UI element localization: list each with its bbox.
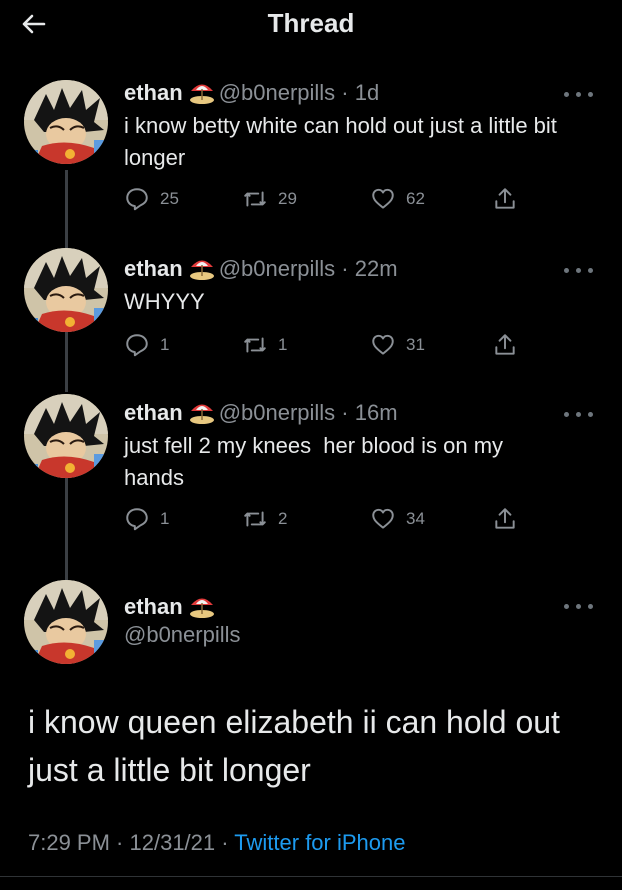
share-icon [492, 506, 518, 532]
tweet-handle-line: @b0nerpills [124, 622, 241, 648]
user-handle[interactable]: @b0nerpills [219, 400, 336, 425]
separator: · [335, 400, 355, 425]
retweet-icon [242, 506, 268, 532]
reply-count: 25 [160, 189, 179, 208]
user-name[interactable]: ethan [124, 594, 183, 619]
user-name[interactable]: ethan [124, 400, 183, 425]
retweet-icon [242, 186, 268, 212]
thread-line [65, 170, 68, 248]
page-title: Thread [267, 8, 355, 38]
user-handle[interactable]: @b0nerpills [124, 622, 241, 647]
tweet-header: ethan @b0nerpills · 16m [124, 398, 398, 426]
separator: · [215, 830, 235, 855]
beach-umbrella-icon [189, 254, 215, 280]
more-options-icon[interactable] [562, 262, 596, 278]
tweet-header: ethan [124, 592, 219, 620]
share-button[interactable] [492, 330, 528, 360]
more-options-icon[interactable] [562, 86, 596, 102]
main-tweet-text: i know queen elizabeth ii can hold out j… [28, 704, 560, 788]
reply-button[interactable]: 1 [124, 504, 169, 534]
share-icon [492, 186, 518, 212]
tweet-actions: 25 29 62 [124, 184, 544, 214]
reply-count: 1 [160, 509, 170, 528]
share-button[interactable] [492, 504, 528, 534]
like-count: 34 [406, 509, 425, 528]
more-options-icon[interactable] [562, 598, 596, 614]
tweet-date: 12/31/21 [129, 830, 216, 855]
tweet-source-link[interactable]: Twitter for iPhone [234, 830, 405, 855]
thread-line [65, 330, 68, 392]
separator: · [335, 256, 355, 281]
tweet-actions: 1 1 31 [124, 330, 544, 360]
beach-umbrella-icon [189, 592, 215, 618]
thread-line [65, 478, 68, 580]
user-name[interactable]: ethan [124, 256, 183, 281]
retweet-button[interactable]: 29 [242, 184, 297, 214]
like-count: 62 [406, 189, 425, 208]
retweet-count: 1 [278, 335, 288, 354]
reply-icon [124, 332, 150, 358]
beach-umbrella-icon [189, 78, 215, 104]
reply-count: 1 [160, 335, 170, 354]
tweet-actions: 1 2 34 [124, 504, 544, 534]
retweet-count: 29 [278, 189, 297, 208]
retweet-icon [242, 332, 268, 358]
retweet-button[interactable]: 1 [242, 330, 287, 360]
tweet-text: just fell 2 my knees her blood is on my … [124, 433, 510, 490]
user-handle[interactable]: @b0nerpills [219, 256, 336, 281]
reply-icon [124, 506, 150, 532]
like-button[interactable]: 62 [370, 184, 425, 214]
reply-button[interactable]: 1 [124, 330, 169, 360]
heart-icon [370, 506, 396, 532]
top-bar: Thread [0, 0, 622, 56]
divider [0, 876, 622, 877]
like-button[interactable]: 31 [370, 330, 425, 360]
more-options-icon[interactable] [562, 406, 596, 422]
heart-icon [370, 186, 396, 212]
reply-icon [124, 186, 150, 212]
like-count: 31 [406, 335, 425, 354]
tweet-time: 7:29 PM [28, 830, 110, 855]
tweet-time: 22m [354, 256, 398, 281]
separator: · [335, 80, 355, 105]
tweet-text: WHYYY [124, 289, 205, 314]
avatar[interactable] [24, 394, 108, 478]
tweet-time: 1d [354, 80, 380, 105]
user-handle[interactable]: @b0nerpills [219, 80, 336, 105]
beach-umbrella-icon [189, 398, 215, 424]
separator: · [109, 830, 130, 855]
tweet-header: ethan @b0nerpills · 22m [124, 254, 398, 282]
avatar[interactable] [24, 80, 108, 164]
avatar[interactable] [24, 248, 108, 332]
tweet-meta: 7:29 PM · 12/31/21 · Twitter for iPhone [28, 830, 405, 856]
avatar[interactable] [24, 580, 108, 664]
user-name[interactable]: ethan [124, 80, 183, 105]
share-button[interactable] [492, 184, 528, 214]
share-icon [492, 332, 518, 358]
retweet-count: 2 [278, 509, 288, 528]
tweet-header: ethan @b0nerpills · 1d [124, 78, 379, 106]
like-button[interactable]: 34 [370, 504, 425, 534]
heart-icon [370, 332, 396, 358]
tweet-time: 16m [354, 400, 398, 425]
retweet-button[interactable]: 2 [242, 504, 287, 534]
tweet-text: i know betty white can hold out just a l… [124, 113, 557, 170]
reply-button[interactable]: 25 [124, 184, 179, 214]
